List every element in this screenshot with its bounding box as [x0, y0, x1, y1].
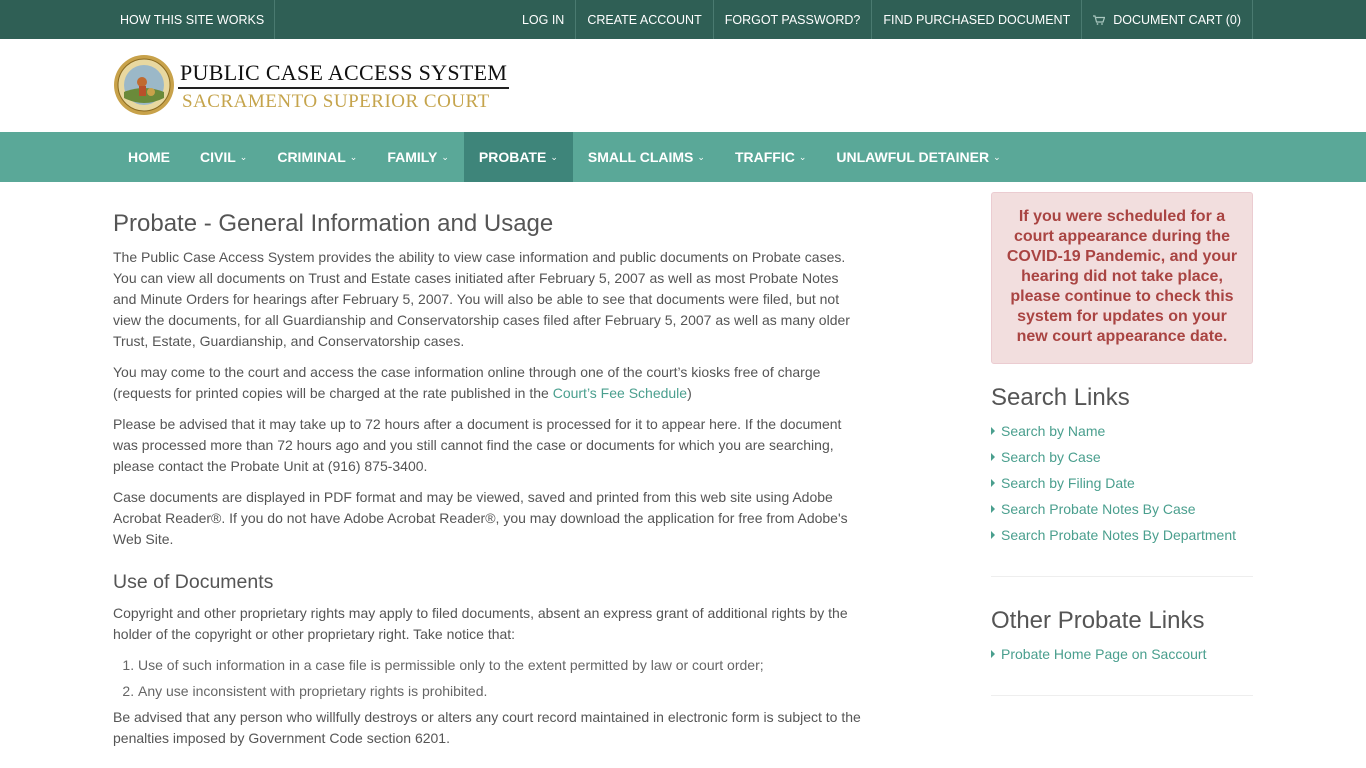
kiosk-text: You may come to the court and access the…	[113, 364, 821, 401]
site-title: PUBLIC CASE ACCESS SYSTEM	[178, 57, 510, 89]
nav-item-label: CIVIL	[200, 149, 236, 165]
nav-item-label: SMALL CLAIMS	[587, 149, 694, 165]
log-in-link[interactable]: LOG IN	[511, 0, 575, 39]
caret-right-icon	[991, 505, 995, 513]
caret-right-icon	[991, 479, 995, 487]
probate-home-page-link[interactable]: Probate Home Page on Saccourt	[1001, 645, 1206, 663]
brand[interactable]: PUBLIC CASE ACCESS SYSTEM SACRAMENTO SUP…	[178, 57, 510, 113]
fee-schedule-link[interactable]: Court’s Fee Schedule	[553, 385, 687, 401]
document-cart-label: DOCUMENT CART (0)	[1113, 12, 1241, 27]
list-item: Search by Case	[991, 448, 1253, 466]
nav-item-traffic[interactable]: TRAFFIC ⌄	[720, 132, 821, 182]
page-content: Probate - General Information and Usage …	[113, 182, 1253, 759]
nav-item-family[interactable]: FAMILY ⌄	[372, 132, 464, 182]
notice-list: Use of such information in a case file i…	[138, 655, 863, 702]
nav-item-small-claims[interactable]: SMALL CLAIMS ⌄	[573, 132, 720, 182]
nav-item-home[interactable]: HOME	[113, 132, 185, 182]
nav-item-label: TRAFFIC	[734, 149, 795, 165]
nav-item-unlawful-detainer[interactable]: UNLAWFUL DETAINER ⌄	[821, 132, 1015, 182]
kiosk-paragraph: You may come to the court and access the…	[113, 362, 863, 404]
chevron-down-icon: ⌄	[798, 151, 807, 162]
search-by-filing-date-link[interactable]: Search by Filing Date	[1001, 474, 1135, 492]
list-item: Search Probate Notes By Department	[991, 526, 1253, 544]
caret-right-icon	[991, 531, 995, 539]
chevron-down-icon: ⌄	[441, 151, 449, 162]
list-item: Any use inconsistent with proprietary ri…	[138, 681, 863, 702]
chevron-down-icon: ⌄	[550, 151, 558, 162]
list-item: Search Probate Notes By Case	[991, 500, 1253, 518]
search-notes-by-case-link[interactable]: Search Probate Notes By Case	[1001, 500, 1196, 518]
caret-right-icon	[991, 453, 995, 461]
search-by-case-link[interactable]: Search by Case	[1001, 448, 1101, 466]
search-links-heading: Search Links	[991, 384, 1130, 411]
create-account-link[interactable]: CREATE ACCOUNT	[575, 0, 712, 39]
search-by-name-link[interactable]: Search by Name	[1001, 422, 1105, 440]
site-header: PUBLIC CASE ACCESS SYSTEM SACRAMENTO SUP…	[0, 39, 1366, 132]
covid-alert: If you were scheduled for a court appear…	[991, 192, 1253, 364]
processing-paragraph: Please be advised that it may take up to…	[113, 416, 842, 474]
pdf-paragraph: Case documents are displayed in PDF form…	[113, 489, 848, 547]
chevron-down-icon: ⌄	[239, 151, 248, 162]
find-purchased-document-link[interactable]: FIND PURCHASED DOCUMENT	[871, 0, 1081, 39]
list-item: Search by Filing Date	[991, 474, 1253, 492]
nav-item-label: PROBATE	[478, 149, 547, 165]
how-site-works-link[interactable]: HOW THIS SITE WORKS	[113, 0, 276, 39]
site-subtitle: SACRAMENTO SUPERIOR COURT	[182, 91, 490, 112]
nav-item-criminal[interactable]: CRIMINAL ⌄	[262, 132, 372, 182]
kiosk-text-end: )	[687, 385, 692, 401]
nav-item-label: HOME	[128, 149, 170, 165]
list-item: Search by Name	[991, 422, 1253, 440]
other-links-list: Probate Home Page on Saccourt	[991, 645, 1253, 696]
list-item: Use of such information in a case file i…	[138, 655, 863, 676]
chevron-down-icon: ⌄	[993, 151, 1001, 162]
intro-paragraph: The Public Case Access System provides t…	[113, 249, 850, 349]
chevron-down-icon: ⌄	[349, 151, 358, 162]
nav-item-label: FAMILY	[387, 149, 438, 165]
search-notes-by-department-link[interactable]: Search Probate Notes By Department	[1001, 526, 1236, 544]
shopping-cart-icon	[1093, 14, 1106, 25]
copyright-paragraph: Copyright and other proprietary rights m…	[113, 605, 848, 642]
nav-item-label: CRIMINAL	[277, 149, 346, 165]
page-title: Probate - General Information and Usage	[113, 210, 554, 237]
other-links-heading: Other Probate Links	[991, 607, 1205, 634]
search-links-list: Search by Name Search by Case Search by …	[991, 422, 1253, 577]
document-cart-link[interactable]: DOCUMENT CART (0)	[1081, 0, 1253, 39]
nav-item-civil[interactable]: CIVIL ⌄	[185, 132, 262, 182]
top-utility-bar: HOW THIS SITE WORKS LOG IN CREATE ACCOUN…	[0, 0, 1366, 39]
court-seal-logo[interactable]	[113, 54, 175, 116]
main-nav: HOME CIVIL ⌄ CRIMINAL ⌄ FAMILY ⌄ PROBATE ⌄ S…	[0, 132, 1366, 182]
use-of-documents-heading: Use of Documents	[113, 571, 274, 593]
caret-right-icon	[991, 650, 995, 658]
caret-right-icon	[991, 427, 995, 435]
main-column: Probate - General Information and Usage …	[113, 182, 863, 759]
forgot-password-link[interactable]: FORGOT PASSWORD?	[712, 0, 872, 39]
sidebar: If you were scheduled for a court appear…	[991, 182, 1253, 759]
penalty-paragraph: Be advised that any person who willfully…	[113, 709, 861, 746]
nav-item-probate[interactable]: PROBATE ⌄	[463, 132, 573, 182]
nav-item-label: UNLAWFUL DETAINER	[836, 149, 990, 165]
other-links-section: Other Probate Links Probate Home Page on…	[991, 607, 1253, 696]
list-item: Probate Home Page on Saccourt	[991, 645, 1253, 663]
chevron-down-icon: ⌄	[697, 151, 705, 162]
